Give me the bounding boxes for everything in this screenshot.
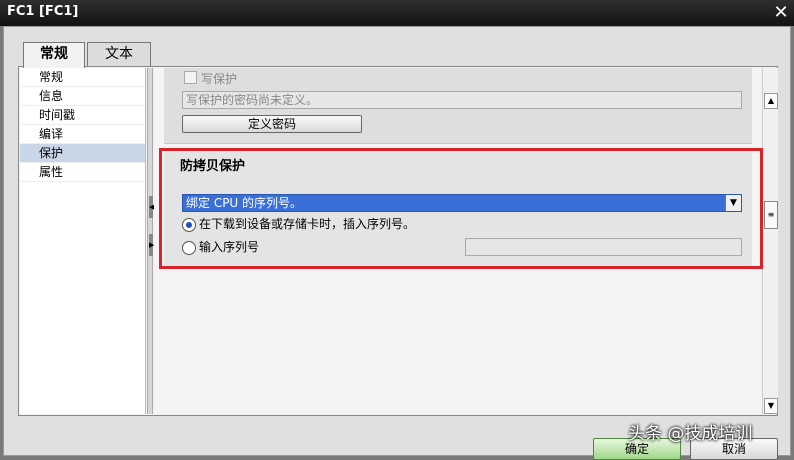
radio-enter-serial[interactable]: 输入序列号 <box>182 238 259 256</box>
close-icon[interactable]: ✕ <box>771 3 791 23</box>
password-status-field: 写保护的密码尚未定义。 <box>182 91 742 109</box>
scroll-thumb[interactable]: ≡ <box>764 201 778 229</box>
tab-text[interactable]: 文本 <box>87 42 151 66</box>
scroll-up-icon[interactable]: ▲ <box>764 93 778 109</box>
watermark-text: 头条 @技成培训 <box>628 424 753 444</box>
expand-right-icon[interactable]: ▶ <box>149 234 154 256</box>
radio-button-selected[interactable] <box>182 217 196 232</box>
window-title: FC1 [FC1] <box>7 4 79 19</box>
serial-number-input[interactable] <box>465 238 742 256</box>
nav-item-protection[interactable]: 保护 <box>20 144 145 163</box>
nav-item-attributes[interactable]: 属性 <box>20 163 145 182</box>
nav-item-compile[interactable]: 编译 <box>20 125 145 144</box>
pane-splitter[interactable]: ◀ ▶ <box>147 68 154 414</box>
write-protect-checkbox[interactable] <box>184 71 197 84</box>
write-protect-section: 写保护 写保护的密码尚未定义。 定义密码 <box>164 68 752 144</box>
chevron-down-icon[interactable]: ▼ <box>725 195 741 211</box>
nav-item-timestamp[interactable]: 时间戳 <box>20 106 145 125</box>
radio-enter-serial-label: 输入序列号 <box>199 240 260 254</box>
define-password-button[interactable]: 定义密码 <box>182 115 362 133</box>
properties-content: 常规 信息 时间戳 编译 保护 属性 ◀ ▶ 写保护 写保护的密码尚未定义。 定… <box>18 66 778 416</box>
scroll-down-icon[interactable]: ▼ <box>764 398 778 414</box>
nav-tree: 常规 信息 时间戳 编译 保护 属性 <box>20 68 146 414</box>
nav-item-info[interactable]: 信息 <box>20 87 145 106</box>
radio-insert-serial-label: 在下载到设备或存储卡时，插入序列号。 <box>199 217 416 231</box>
collapse-left-icon[interactable]: ◀ <box>149 196 154 218</box>
nav-item-general[interactable]: 常规 <box>20 68 145 87</box>
dialog-body: 常规 文本 常规 信息 时间戳 编译 保护 属性 ◀ ▶ 写保护 写保护的密码尚… <box>3 26 791 460</box>
copy-protection-section: 防拷贝保护 绑定 CPU 的序列号。 ▼ 在下载到设备或存储卡时，插入序列号。 … <box>164 151 752 269</box>
tab-general[interactable]: 常规 <box>23 42 85 68</box>
binding-select-value: 绑定 CPU 的序列号。 <box>186 196 303 210</box>
write-protect-label: 写保护 <box>201 72 238 86</box>
vertical-scrollbar[interactable]: ▲ ≡ ▼ <box>762 68 778 414</box>
binding-select[interactable]: 绑定 CPU 的序列号。 ▼ <box>182 194 742 212</box>
radio-insert-serial[interactable]: 在下载到设备或存储卡时，插入序列号。 <box>182 215 415 233</box>
protection-panel: 写保护 写保护的密码尚未定义。 定义密码 防拷贝保护 绑定 CPU 的序列号。 … <box>154 68 759 414</box>
radio-button[interactable] <box>182 240 196 255</box>
title-bar: FC1 [FC1] ✕ <box>0 0 794 26</box>
copy-protection-title: 防拷贝保护 <box>180 159 246 174</box>
